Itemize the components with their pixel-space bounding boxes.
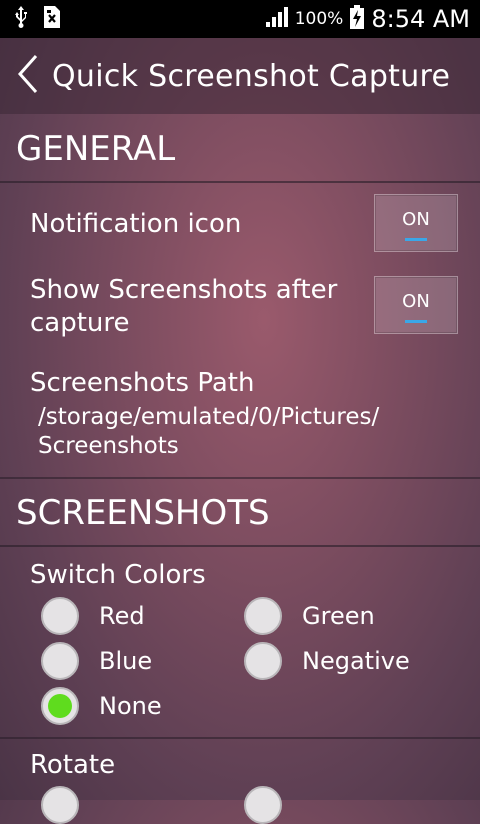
screenshots-path-label[interactable]: Screenshots Path	[30, 367, 254, 400]
radio-button-selected[interactable]	[41, 687, 79, 725]
radio-button[interactable]	[41, 597, 79, 635]
section-header-general: GENERAL	[0, 117, 480, 183]
radio-rotate-option-right[interactable]	[244, 786, 282, 824]
screenshots-path-value-line1: /storage/emulated/0/Pictures/	[38, 404, 380, 430]
radio-label: Green	[302, 602, 375, 630]
clock: 8:54 AM	[371, 5, 470, 33]
radio-label: Blue	[99, 647, 153, 675]
radio-red[interactable]: Red	[41, 597, 145, 635]
radio-button[interactable]	[244, 786, 282, 824]
radio-none[interactable]: None	[41, 687, 162, 725]
section-header-screenshots: SCREENSHOTS	[0, 481, 480, 547]
show-after-capture-label-line1: Show Screenshots after	[30, 275, 338, 305]
screenshots-path-value-line2: Screenshots	[38, 433, 179, 459]
radio-label: Red	[99, 602, 145, 630]
show-after-capture-label-line2: capture	[30, 308, 130, 338]
radio-button[interactable]	[244, 642, 282, 680]
rotate-label: Rotate	[30, 750, 116, 780]
action-bar: Quick Screenshot Capture	[0, 38, 480, 114]
radio-button[interactable]	[41, 786, 79, 824]
sim-icon	[42, 5, 62, 33]
radio-button[interactable]	[41, 642, 79, 680]
radio-label: None	[99, 692, 162, 720]
signal-icon	[265, 6, 289, 32]
toggle-label: ON	[402, 209, 430, 230]
battery-percent: 100%	[294, 9, 344, 29]
usb-icon	[14, 6, 28, 32]
notification-icon-label: Notification icon	[30, 209, 242, 239]
radio-selected-dot	[48, 694, 72, 718]
radio-blue[interactable]: Blue	[41, 642, 152, 680]
toggle-label: ON	[402, 291, 430, 312]
show-after-capture-toggle[interactable]: ON	[374, 276, 458, 334]
chevron-left-icon	[17, 54, 39, 98]
switch-colors-label: Switch Colors	[30, 560, 206, 590]
radio-negative[interactable]: Negative	[244, 642, 410, 680]
radio-label: Negative	[302, 647, 410, 675]
radio-green[interactable]: Green	[244, 597, 375, 635]
back-button[interactable]	[4, 38, 52, 114]
status-bar: 100% 8:54 AM	[0, 0, 480, 38]
page-title: Quick Screenshot Capture	[52, 58, 451, 94]
battery-charging-icon	[349, 5, 365, 33]
toggle-indicator	[405, 238, 427, 241]
notification-icon-toggle[interactable]: ON	[374, 194, 458, 252]
divider	[0, 737, 480, 739]
radio-rotate-option-left[interactable]	[41, 786, 79, 824]
toggle-indicator	[405, 320, 427, 323]
divider	[0, 477, 480, 479]
radio-button[interactable]	[244, 597, 282, 635]
